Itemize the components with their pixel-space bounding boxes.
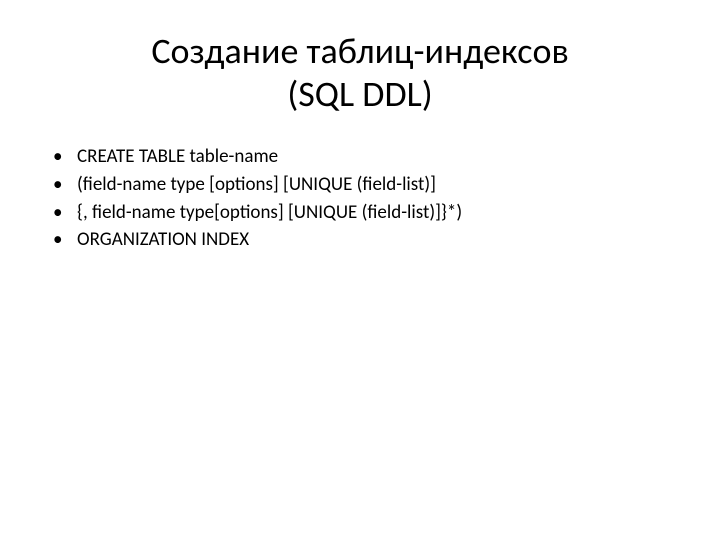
title-line-1: Создание таблиц-индексов xyxy=(151,29,568,73)
slide-title: Создание таблиц-индексов (SQL DDL) xyxy=(45,30,675,116)
bullet-text: ORGANIZATION INDEX xyxy=(77,227,675,253)
list-item: • ORGANIZATION INDEX xyxy=(53,227,675,253)
list-item: • {, field-name type[options] [UNIQUE (f… xyxy=(53,200,675,226)
list-item: • (field-name type [options] [UNIQUE (fi… xyxy=(53,172,675,198)
bullet-icon: • xyxy=(53,227,77,253)
title-line-2: (SQL DDL) xyxy=(287,72,432,116)
bullet-icon: • xyxy=(53,144,77,170)
bullet-text: {, field-name type[options] [UNIQUE (fie… xyxy=(77,200,675,226)
bullet-list: • CREATE TABLE table-name • (field-name … xyxy=(45,144,675,253)
bullet-icon: • xyxy=(53,172,77,198)
list-item: • CREATE TABLE table-name xyxy=(53,144,675,170)
bullet-text: (field-name type [options] [UNIQUE (fiel… xyxy=(77,172,675,198)
bullet-icon: • xyxy=(53,200,77,226)
bullet-text: CREATE TABLE table-name xyxy=(77,144,675,170)
